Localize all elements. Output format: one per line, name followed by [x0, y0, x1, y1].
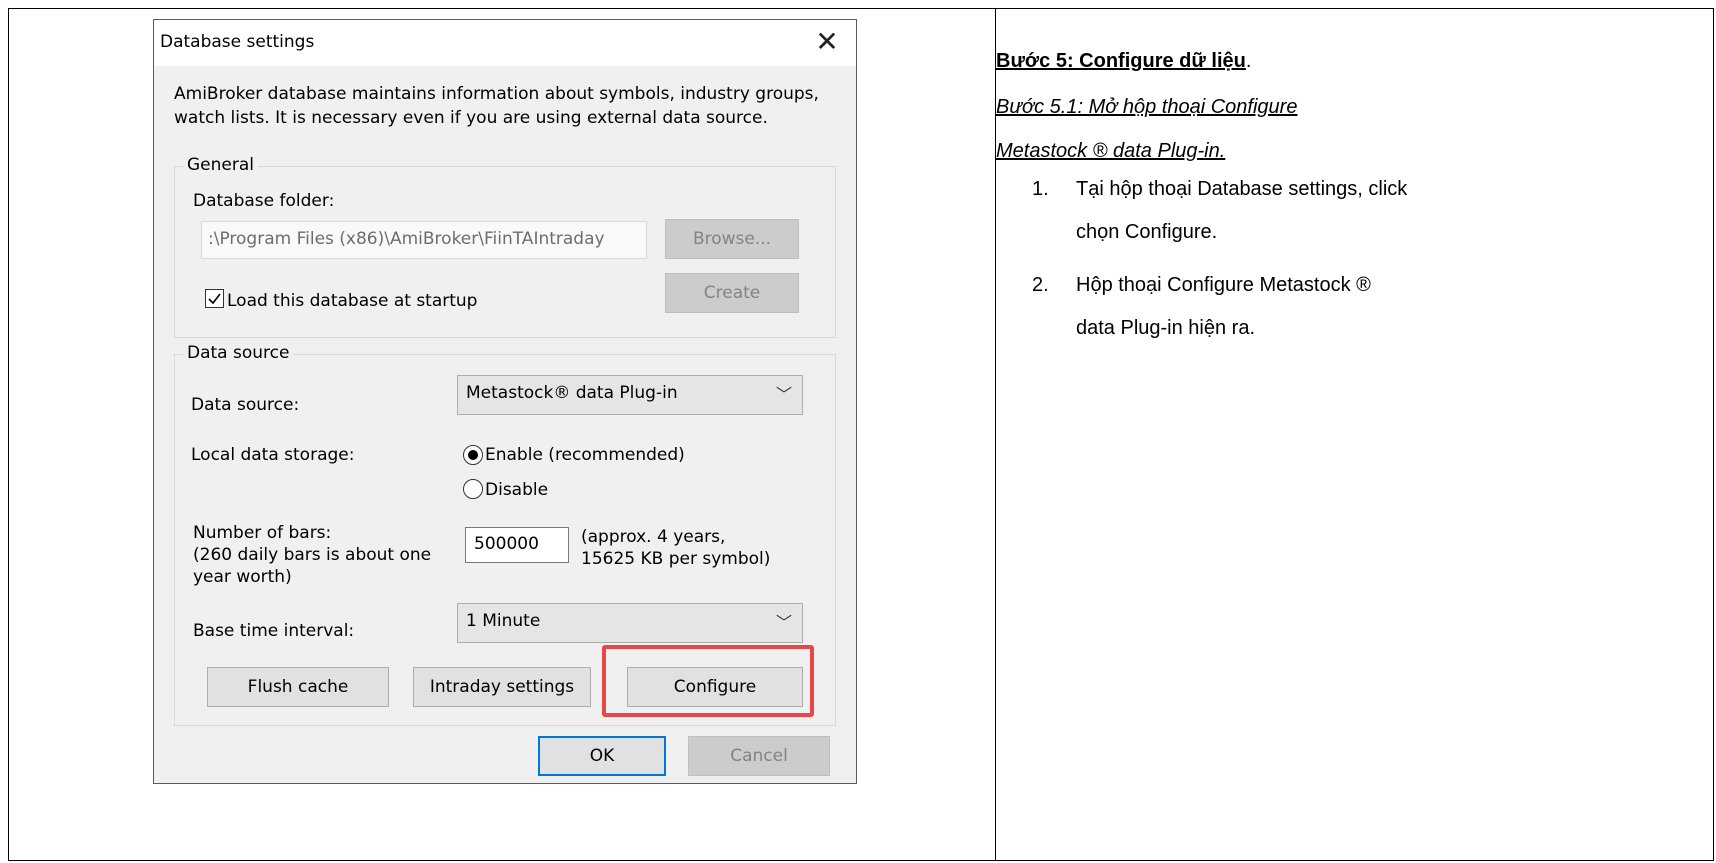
database-folder-label: Database folder:	[193, 191, 335, 211]
database-settings-dialog: Database settings ✕ AmiBroker database m…	[153, 19, 857, 784]
data-source-value: Metastock® data Plug-in	[466, 383, 678, 403]
base-interval-label: Base time interval:	[193, 621, 355, 641]
check-icon	[208, 293, 221, 305]
intro-line: watch lists. It is necessary even if you…	[174, 108, 768, 128]
load-at-startup-checkbox[interactable]	[205, 289, 224, 308]
sub-heading: Metastock ® data Plug-in.	[996, 140, 1226, 162]
disable-radio[interactable]	[463, 479, 483, 499]
create-button[interactable]: Create	[665, 273, 799, 313]
step-heading: Bước 5: Configure dữ liệu.	[996, 50, 1251, 73]
intro-line: AmiBroker database maintains information…	[174, 84, 819, 104]
configure-highlight	[602, 645, 814, 717]
database-folder-field[interactable]: :\Program Files (x86)\AmiBroker\FiinTAIn…	[201, 221, 647, 259]
bars-note: 15625 KB per symbol)	[581, 549, 771, 569]
bars-note: (approx. 4 years,	[581, 527, 726, 547]
cancel-button[interactable]: Cancel	[688, 736, 830, 776]
base-interval-value: 1 Minute	[466, 611, 541, 631]
list-item-line: Tại hộp thoại Database settings, click	[1076, 178, 1408, 200]
close-icon[interactable]: ✕	[812, 28, 842, 58]
chevron-down-icon: ﹀	[775, 613, 792, 632]
list-item-line: chọn Configure.	[1076, 221, 1218, 243]
load-at-startup-label: Load this database at startup	[227, 291, 478, 311]
list-item: 1. Tại hộp thoại Database settings, clic…	[1032, 168, 1716, 254]
disable-label: Disable	[485, 480, 549, 500]
list-item-line: data Plug-in hiện ra.	[1076, 317, 1256, 339]
dialog-intro: AmiBroker database maintains information…	[174, 82, 854, 130]
sub-heading: Bước 5.1: Mở hộp thoại Configure	[996, 96, 1298, 118]
cancel-label: Cancel	[730, 746, 788, 766]
ok-button[interactable]: OK	[538, 736, 666, 776]
bars-label: (260 daily bars is about one	[193, 545, 432, 565]
enable-label: Enable (recommended)	[485, 445, 685, 465]
data-source-select[interactable]: Metastock® data Plug-in ﹀	[457, 375, 803, 415]
general-legend: General	[183, 155, 258, 175]
dialog-titlebar: Database settings ✕	[154, 20, 856, 66]
radio-selected-dot	[468, 450, 478, 460]
bars-label: Number of bars:	[193, 523, 332, 543]
dialog-title: Database settings	[160, 32, 315, 52]
list-item-line: Hộp thoại Configure Metastock ®	[1076, 274, 1371, 296]
enable-radio[interactable]	[463, 445, 483, 465]
intraday-settings-label: Intraday settings	[429, 677, 575, 697]
list-number: 1.	[1032, 178, 1049, 200]
bars-label: year worth)	[193, 567, 292, 587]
local-storage-label: Local data storage:	[191, 445, 355, 465]
general-group: General Database folder: :\Program Files…	[174, 155, 836, 338]
base-interval-select[interactable]: 1 Minute ﹀	[457, 603, 803, 643]
browse-button-label: Browse...	[692, 229, 772, 249]
flush-cache-button[interactable]: Flush cache	[207, 667, 389, 707]
instruction-list: 1. Tại hộp thoại Database settings, clic…	[1032, 168, 1716, 350]
list-item: 2. Hộp thoại Configure Metastock ® data …	[1032, 264, 1716, 350]
step-heading-text: Bước 5: Configure dữ liệu	[996, 50, 1246, 72]
data-source-legend: Data source	[183, 343, 294, 363]
chevron-down-icon: ﹀	[775, 385, 792, 404]
data-source-label: Data source:	[191, 395, 300, 415]
ok-label: OK	[589, 746, 615, 766]
flush-cache-label: Flush cache	[247, 677, 349, 697]
step-heading-period: .	[1245, 50, 1252, 72]
list-number: 2.	[1032, 274, 1049, 296]
document-table: Database settings ✕ AmiBroker database m…	[8, 8, 1714, 861]
create-button-label: Create	[703, 283, 761, 303]
browse-button[interactable]: Browse...	[665, 219, 799, 259]
intraday-settings-button[interactable]: Intraday settings	[413, 667, 591, 707]
column-divider	[995, 9, 996, 860]
number-of-bars-input[interactable]: 500000	[465, 527, 569, 563]
